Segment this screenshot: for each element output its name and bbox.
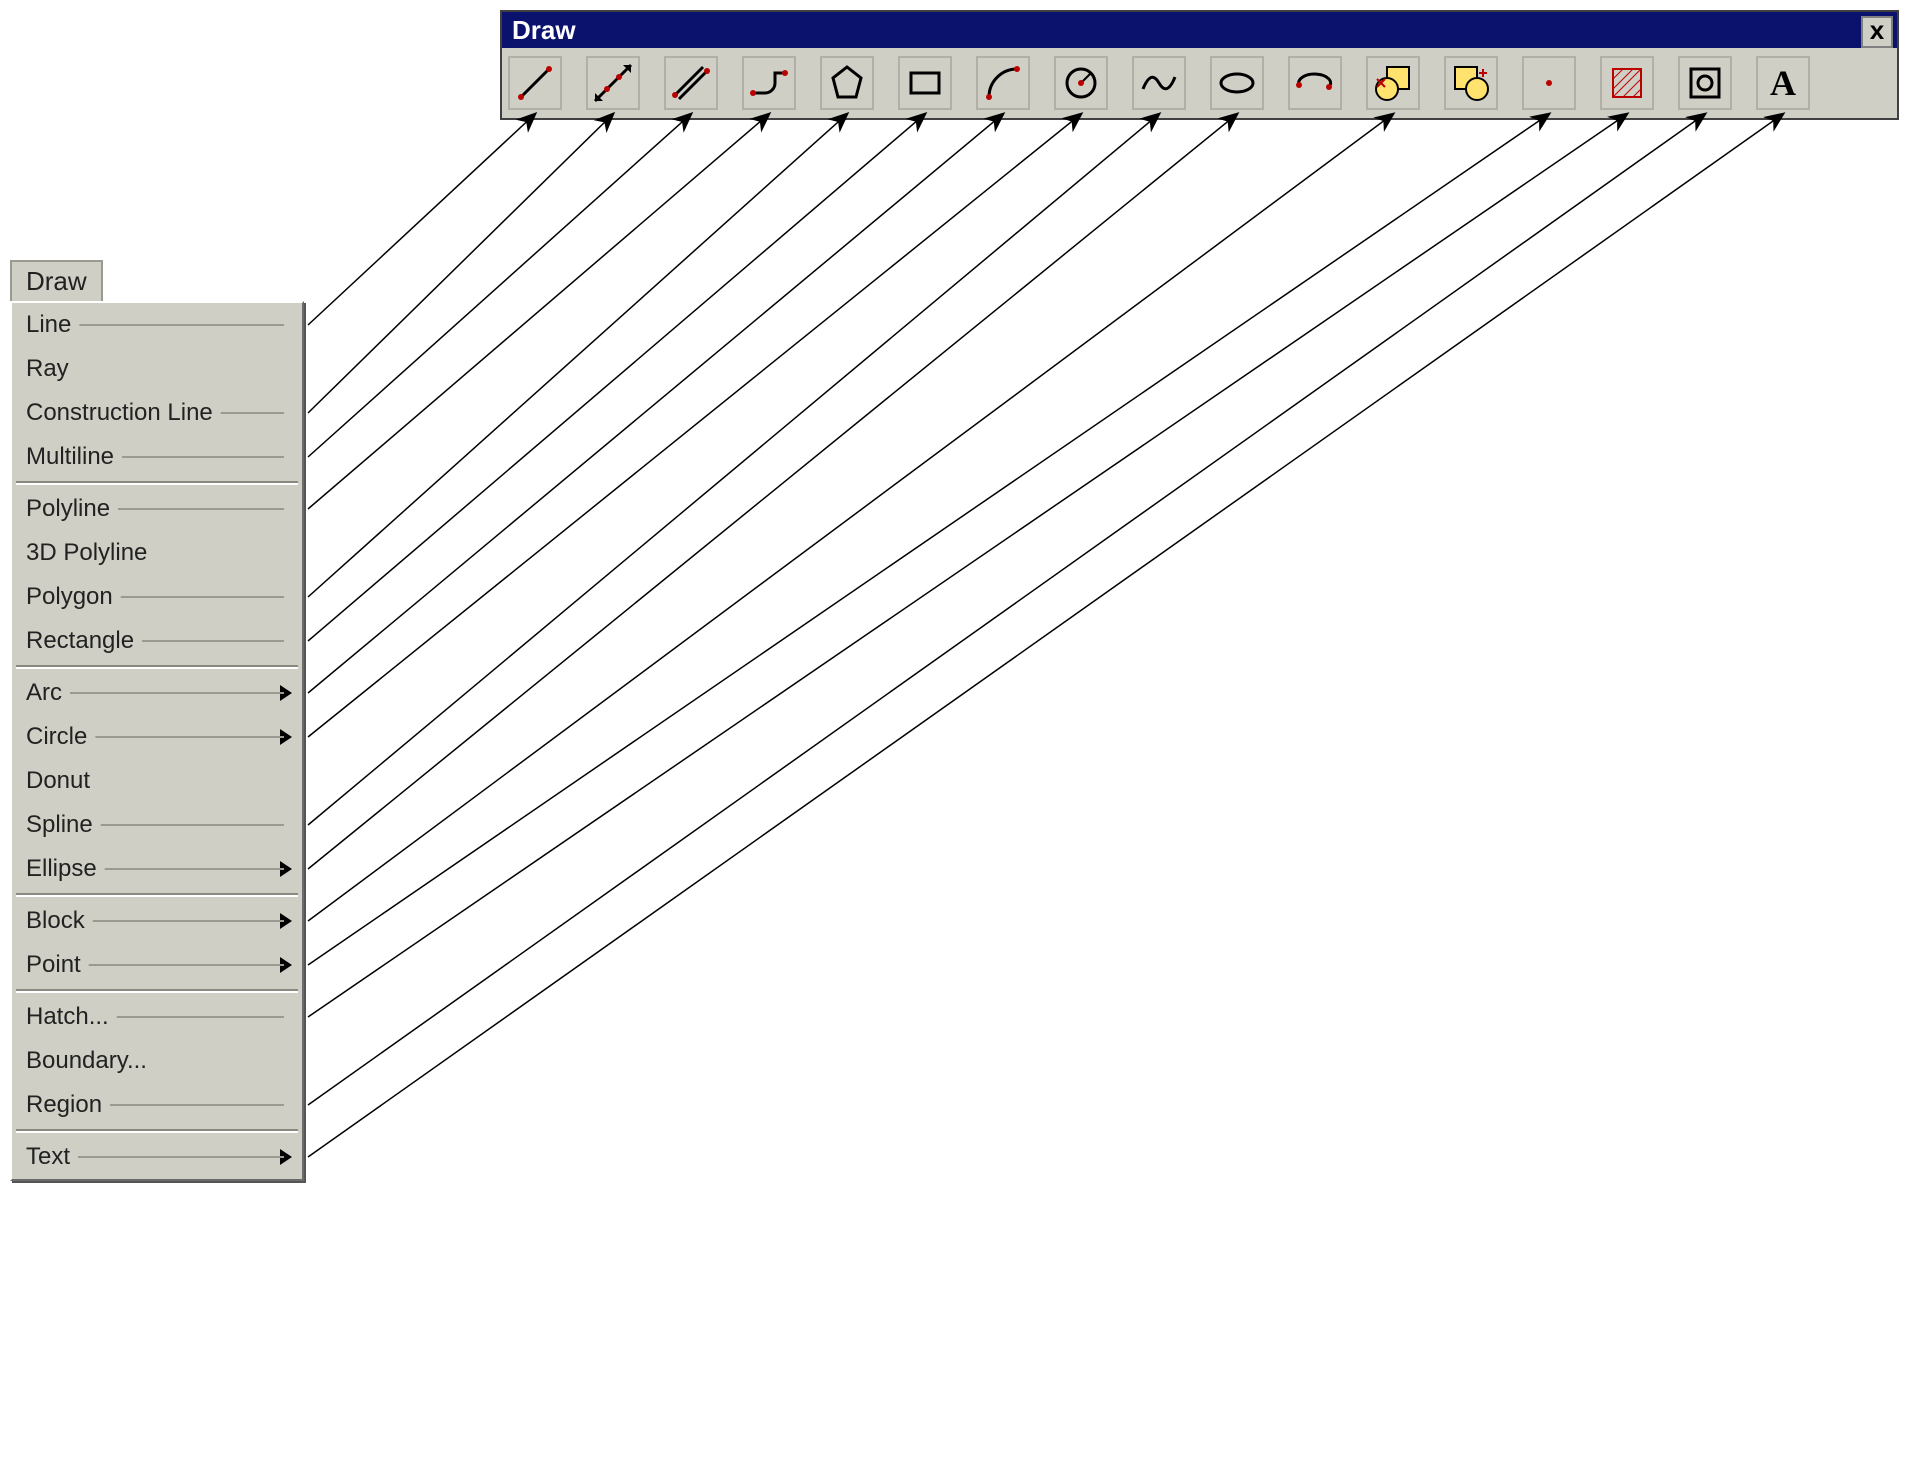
- text-icon[interactable]: A: [1756, 56, 1810, 110]
- line-icon[interactable]: [508, 56, 562, 110]
- menu-item-label: Region: [26, 1091, 102, 1119]
- menu-item-label: 3D Polyline: [26, 539, 147, 567]
- menu-item-label: Construction Line: [26, 399, 213, 427]
- toolbar-titlebar[interactable]: Draw x: [502, 12, 1897, 48]
- construction-line-icon[interactable]: [586, 56, 640, 110]
- menu-separator: [16, 989, 298, 993]
- submenu-arrow-icon: [280, 957, 292, 973]
- arc-icon[interactable]: [976, 56, 1030, 110]
- polygon-icon[interactable]: [820, 56, 874, 110]
- menu-item-label: Spline: [26, 811, 93, 839]
- menu-item-polygon[interactable]: Polygon: [12, 575, 302, 619]
- hatch-icon[interactable]: [1600, 56, 1654, 110]
- menu-tab-label: Draw: [26, 266, 87, 296]
- ellipse-arc-icon[interactable]: [1288, 56, 1342, 110]
- insert-block-icon[interactable]: [1366, 56, 1420, 110]
- menu-item-label: Boundary...: [26, 1047, 147, 1075]
- menu-item-block[interactable]: Block: [12, 899, 302, 943]
- submenu-arrow-icon: [280, 729, 292, 745]
- menu-item-label: Point: [26, 951, 81, 979]
- rectangle-icon[interactable]: [898, 56, 952, 110]
- menu-item-3d-polyline[interactable]: 3D Polyline: [12, 531, 302, 575]
- menu-item-label: Ellipse: [26, 855, 97, 883]
- menu-item-label: Block: [26, 907, 85, 935]
- submenu-arrow-icon: [280, 913, 292, 929]
- menu-item-line[interactable]: Line: [12, 303, 302, 347]
- spline-icon[interactable]: [1132, 56, 1186, 110]
- menu-item-ray[interactable]: Ray: [12, 347, 302, 391]
- make-block-icon[interactable]: [1444, 56, 1498, 110]
- menu-item-label: Donut: [26, 767, 90, 795]
- menu-item-label: Hatch...: [26, 1003, 109, 1031]
- point-icon[interactable]: [1522, 56, 1576, 110]
- menu-item-text[interactable]: Text: [12, 1135, 302, 1179]
- draw-menu: Draw Line Ray Construction Line Multiline Po…: [10, 260, 304, 1181]
- region-icon[interactable]: [1678, 56, 1732, 110]
- menu-item-hatch[interactable]: Hatch...: [12, 995, 302, 1039]
- menu-body: Line Ray Construction Line Multiline Polylin…: [10, 301, 304, 1181]
- menu-separator: [16, 665, 298, 669]
- draw-toolbar: Draw x A: [500, 10, 1899, 120]
- menu-item-region[interactable]: Region: [12, 1083, 302, 1127]
- toolbar-title-text: Draw: [512, 15, 576, 45]
- menu-separator: [16, 1129, 298, 1133]
- menu-tab-draw[interactable]: Draw: [10, 260, 103, 301]
- close-icon[interactable]: x: [1861, 16, 1893, 48]
- menu-item-label: Ray: [26, 355, 69, 383]
- menu-item-boundary[interactable]: Boundary...: [12, 1039, 302, 1083]
- menu-item-circle[interactable]: Circle: [12, 715, 302, 759]
- menu-item-polyline[interactable]: Polyline: [12, 487, 302, 531]
- menu-item-label: Circle: [26, 723, 87, 751]
- menu-item-ellipse[interactable]: Ellipse: [12, 847, 302, 891]
- submenu-arrow-icon: [280, 1149, 292, 1165]
- ellipse-icon[interactable]: [1210, 56, 1264, 110]
- menu-item-label: Polygon: [26, 583, 113, 611]
- menu-item-donut[interactable]: Donut: [12, 759, 302, 803]
- circle-icon[interactable]: [1054, 56, 1108, 110]
- menu-item-construction-line[interactable]: Construction Line: [12, 391, 302, 435]
- polyline-icon[interactable]: [742, 56, 796, 110]
- menu-item-label: Arc: [26, 679, 62, 707]
- menu-item-label: Line: [26, 311, 71, 339]
- menu-item-spline[interactable]: Spline: [12, 803, 302, 847]
- menu-item-label: Multiline: [26, 443, 114, 471]
- submenu-arrow-icon: [280, 861, 292, 877]
- menu-item-label: Text: [26, 1143, 70, 1171]
- menu-item-label: Polyline: [26, 495, 110, 523]
- menu-item-multiline[interactable]: Multiline: [12, 435, 302, 479]
- menu-separator: [16, 481, 298, 485]
- menu-item-rectangle[interactable]: Rectangle: [12, 619, 302, 663]
- menu-item-label: Rectangle: [26, 627, 134, 655]
- toolbar-body: A: [502, 48, 1897, 118]
- multiline-icon[interactable]: [664, 56, 718, 110]
- submenu-arrow-icon: [280, 685, 292, 701]
- menu-item-point[interactable]: Point: [12, 943, 302, 987]
- menu-item-arc[interactable]: Arc: [12, 671, 302, 715]
- svg-text:A: A: [1770, 63, 1796, 103]
- menu-separator: [16, 893, 298, 897]
